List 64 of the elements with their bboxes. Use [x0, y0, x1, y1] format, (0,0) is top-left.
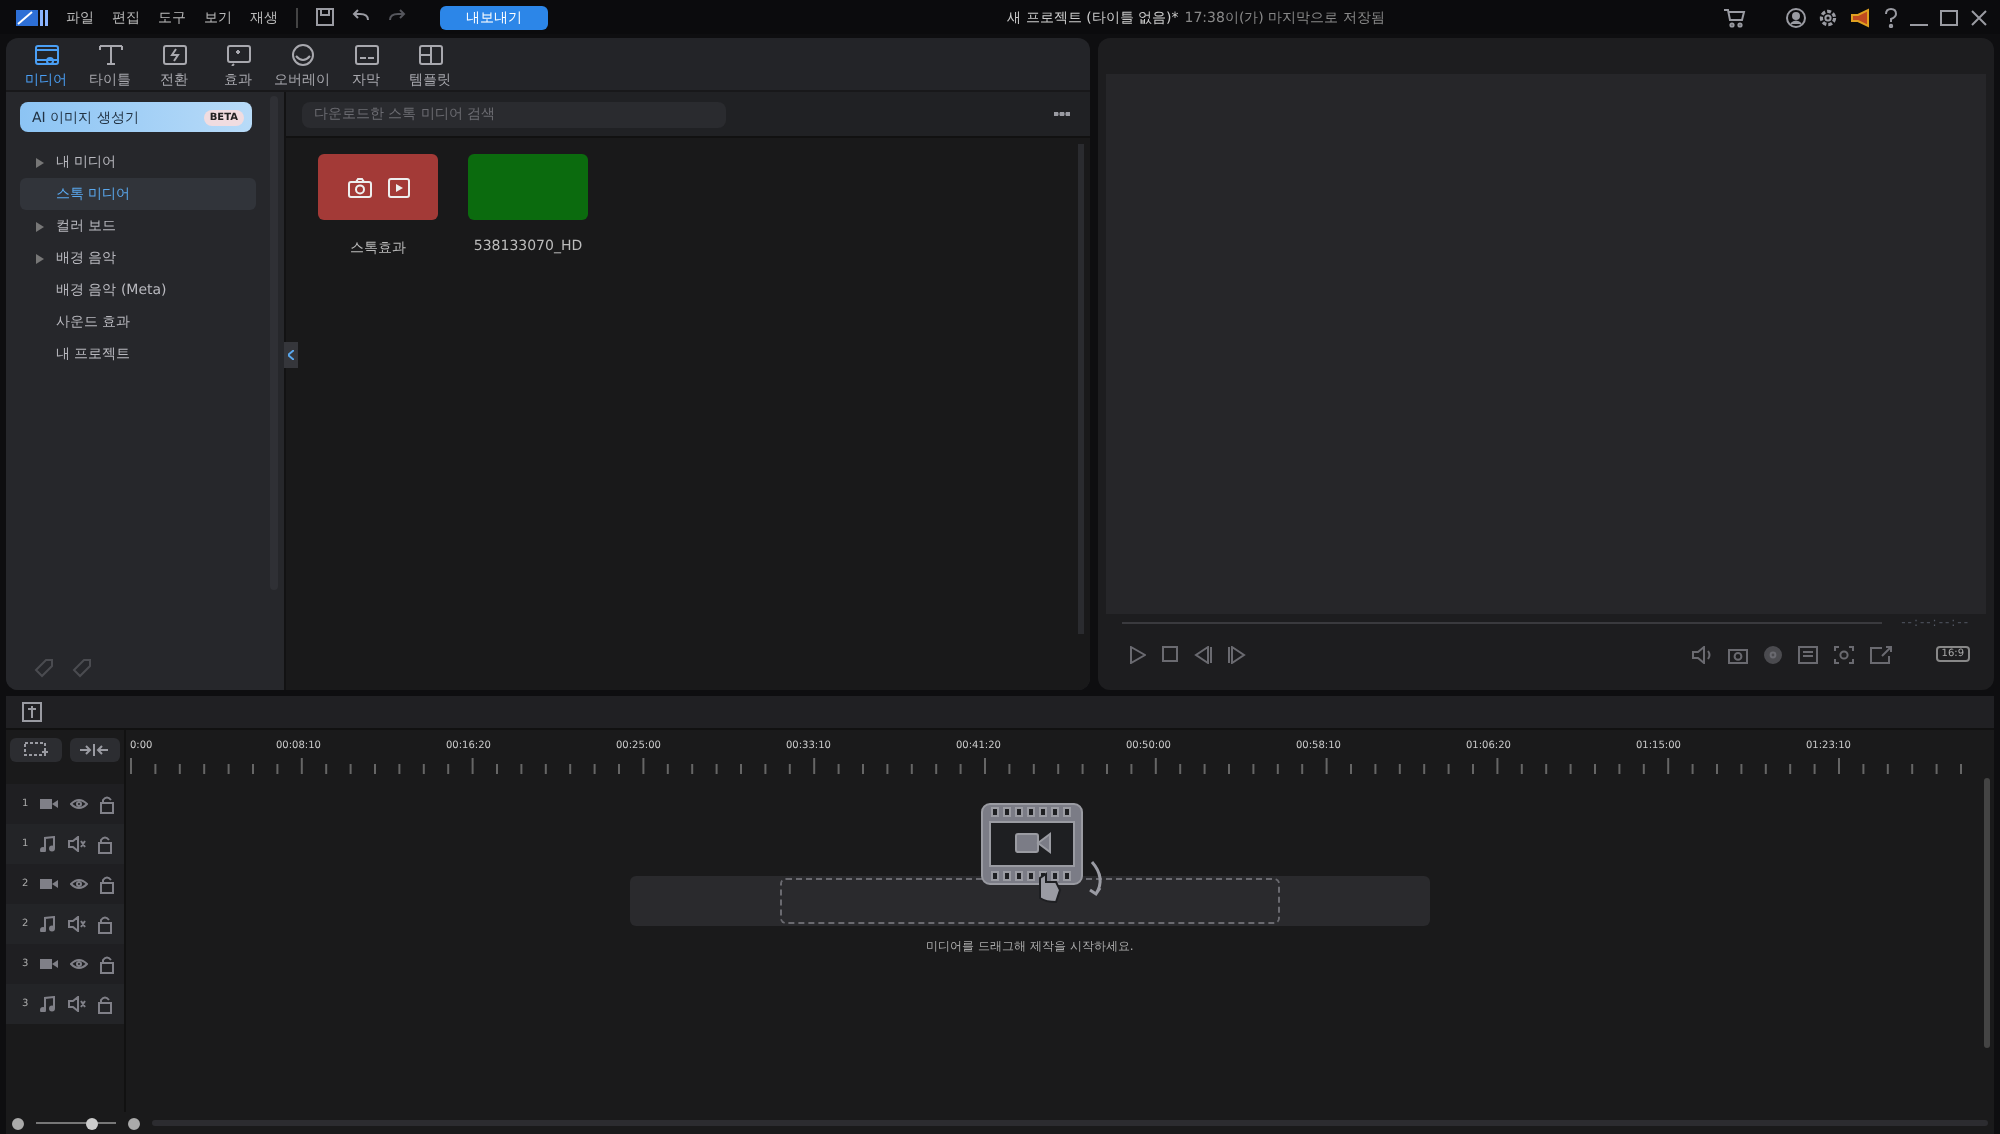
lock-icon[interactable]	[98, 915, 112, 933]
lock-icon[interactable]	[100, 795, 114, 813]
lock-icon[interactable]	[100, 955, 114, 973]
play-icon[interactable]	[1130, 645, 1146, 663]
lock-icon[interactable]	[100, 875, 114, 893]
expand-arrow-icon[interactable]	[36, 157, 44, 167]
eye-icon[interactable]	[70, 878, 88, 890]
transition-icon	[161, 44, 187, 66]
external-window-icon[interactable]	[1869, 645, 1892, 663]
zoom-out-icon[interactable]	[12, 1117, 24, 1129]
zoom-icon[interactable]	[1833, 645, 1854, 663]
media-thumbnail[interactable]	[318, 154, 438, 220]
previous-frame-icon[interactable]	[1194, 645, 1212, 663]
expand-arrow-icon[interactable]	[36, 221, 44, 231]
chevron-icon	[288, 350, 294, 360]
template-icon	[417, 44, 443, 66]
help-icon[interactable]	[1884, 7, 1898, 27]
scrollbar[interactable]	[1984, 778, 1990, 1048]
volume-icon[interactable]	[1691, 645, 1712, 663]
video-camera-icon	[40, 878, 58, 890]
play-icon	[387, 177, 409, 197]
redo-icon[interactable]	[388, 8, 406, 26]
track-manager-icon[interactable]	[22, 702, 42, 722]
zoom-in-icon[interactable]	[128, 1117, 140, 1129]
lock-icon[interactable]	[98, 995, 112, 1013]
media-icon	[33, 44, 59, 66]
camera-icon	[347, 177, 371, 197]
music-note-icon	[40, 916, 56, 932]
video-camera-icon	[40, 958, 58, 970]
next-frame-icon[interactable]	[1228, 645, 1246, 663]
user-icon[interactable]	[1786, 7, 1806, 27]
video-camera-icon	[40, 798, 58, 810]
disc-icon[interactable]	[1763, 645, 1782, 663]
megaphone-icon[interactable]	[1850, 7, 1872, 27]
overlay-icon	[289, 44, 315, 66]
undo-icon[interactable]	[352, 8, 370, 26]
title-icon	[97, 44, 123, 66]
app-logo-icon	[16, 7, 48, 27]
collapse-handle[interactable]	[284, 342, 298, 368]
speaker-icon[interactable]	[68, 836, 86, 852]
music-note-icon	[40, 996, 56, 1012]
speaker-icon[interactable]	[68, 916, 86, 932]
effect-icon	[225, 44, 251, 66]
camera-icon[interactable]	[1727, 645, 1748, 663]
eye-icon[interactable]	[70, 798, 88, 810]
save-icon[interactable]	[316, 8, 334, 26]
fit-icon	[80, 744, 109, 756]
eye-icon[interactable]	[70, 958, 88, 970]
speaker-icon[interactable]	[68, 996, 86, 1012]
lock-icon[interactable]	[98, 835, 112, 853]
fit-timeline-button[interactable]	[69, 738, 120, 762]
drop-target[interactable]	[630, 876, 1430, 926]
slider-thumb[interactable]	[86, 1117, 98, 1129]
cart-icon[interactable]	[1724, 7, 1746, 27]
media-thumbnail[interactable]	[468, 154, 588, 220]
music-note-icon	[40, 836, 56, 852]
subtitle-icon	[353, 44, 379, 66]
close-icon[interactable]	[1970, 7, 1988, 27]
maximize-icon[interactable]	[1940, 7, 1958, 27]
list-icon[interactable]	[1797, 645, 1818, 663]
settings-icon[interactable]	[1818, 7, 1838, 27]
stop-icon[interactable]	[1162, 646, 1178, 662]
add-track-button[interactable]	[10, 738, 61, 762]
expand-arrow-icon[interactable]	[36, 253, 44, 263]
